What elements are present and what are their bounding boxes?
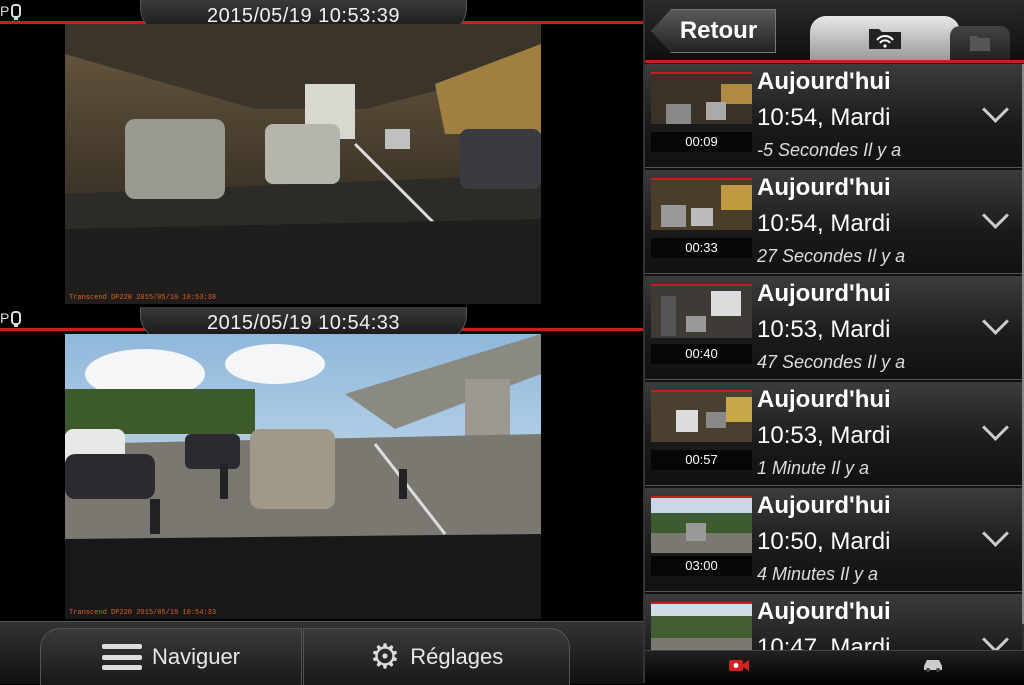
video-camera-icon[interactable] bbox=[728, 657, 750, 678]
recordings-header: Retour bbox=[645, 0, 1024, 60]
item-day: Aujourd'hui bbox=[757, 280, 891, 307]
chevron-down-icon[interactable] bbox=[982, 414, 1009, 441]
video-thumbnail: 00:33 bbox=[651, 178, 752, 258]
item-ago: 27 Secondes Il y a bbox=[757, 246, 906, 266]
camera-view-1: P 2015/05/19 10:53:39 Transcend DP220 20… bbox=[0, 0, 643, 307]
video-overlay-text: Transcend DP220 2015/05/19 10:54:33 bbox=[69, 609, 217, 617]
item-time: 10:54, Mardi bbox=[757, 210, 891, 237]
item-time: 10:47, Mardi bbox=[757, 634, 891, 650]
settings-button[interactable]: ⚙ Réglages bbox=[303, 628, 570, 685]
navigate-label: Naviguer bbox=[151, 644, 241, 669]
camera-view-2: P 2015/05/19 10:54:33 Transcend DP220 20… bbox=[0, 307, 643, 620]
timestamp: 2015/05/19 10:54:33 bbox=[206, 312, 400, 334]
gear-icon: ⚙ bbox=[369, 638, 401, 676]
settings-label: Réglages bbox=[410, 644, 504, 669]
status-letter: P bbox=[0, 3, 10, 19]
video-thumbnail: 00:40 bbox=[651, 284, 752, 364]
navigate-button[interactable]: Naviguer bbox=[40, 628, 302, 685]
street-video-image bbox=[65, 334, 541, 619]
recordings-footer bbox=[645, 650, 1024, 684]
item-ago: 1 Minute Il y a bbox=[757, 458, 870, 478]
item-ago: 47 Secondes Il y a bbox=[757, 352, 906, 372]
list-item[interactable]: Aujourd'hui 10:47, Mardi bbox=[645, 594, 1023, 650]
status-letter: P bbox=[0, 310, 10, 326]
folder-icon bbox=[970, 36, 990, 51]
item-day: Aujourd'hui bbox=[757, 174, 891, 201]
list-item[interactable]: 00:33 Aujourd'hui 10:54, Mardi 27 Second… bbox=[645, 170, 1023, 274]
item-day: Aujourd'hui bbox=[757, 492, 891, 519]
chevron-down-icon[interactable] bbox=[982, 520, 1009, 547]
item-time: 10:50, Mardi bbox=[757, 528, 891, 555]
wifi-folder-icon bbox=[869, 29, 901, 49]
item-time: 10:54, Mardi bbox=[757, 104, 891, 131]
recordings-list: 00:09 Aujourd'hui 10:54, Mardi -5 Second… bbox=[645, 64, 1023, 650]
item-day: Aujourd'hui bbox=[757, 68, 891, 95]
car-icon[interactable] bbox=[921, 657, 945, 678]
camera-status: P bbox=[0, 310, 22, 327]
hamburger-icon bbox=[101, 644, 142, 670]
back-button[interactable]: Retour bbox=[651, 9, 776, 53]
recordings-panel: Retour 00:09 Aujourd'hui 10:54, Mardi -5… bbox=[643, 0, 1024, 684]
item-time: 10:53, Mardi bbox=[757, 422, 891, 449]
chevron-down-icon[interactable] bbox=[982, 626, 1009, 650]
video-overlay-text: Transcend DP220 2015/05/19 10:53:38 bbox=[69, 294, 217, 302]
duration: 00:09 bbox=[651, 132, 752, 152]
item-ago: -5 Secondes Il y a bbox=[757, 140, 902, 160]
item-ago: 4 Minutes Il y a bbox=[757, 564, 879, 584]
microphone-icon bbox=[11, 4, 22, 20]
chevron-down-icon[interactable] bbox=[982, 308, 1009, 335]
video-frame-tunnel[interactable]: Transcend DP220 2015/05/19 10:53:38 bbox=[65, 24, 541, 304]
bottom-nav-bar: Naviguer ⚙ Réglages bbox=[0, 621, 643, 685]
chevron-down-icon[interactable] bbox=[982, 202, 1009, 229]
item-day: Aujourd'hui bbox=[757, 598, 891, 625]
item-time: 10:53, Mardi bbox=[757, 316, 891, 343]
list-item[interactable]: 00:09 Aujourd'hui 10:54, Mardi -5 Second… bbox=[645, 64, 1023, 168]
tab-local-files[interactable] bbox=[950, 26, 1010, 60]
video-frame-street[interactable]: Transcend DP220 2015/05/19 10:54:33 bbox=[65, 334, 541, 619]
video-thumbnail: 00:57 bbox=[651, 390, 752, 470]
camera-status: P bbox=[0, 3, 22, 20]
duration: 00:40 bbox=[651, 344, 752, 364]
list-item[interactable]: 03:00 Aujourd'hui 10:50, Mardi 4 Minutes… bbox=[645, 488, 1023, 592]
back-label: Retour bbox=[679, 17, 758, 44]
microphone-icon bbox=[11, 311, 22, 327]
live-view-panel: P 2015/05/19 10:53:39 Transcend DP220 20… bbox=[0, 0, 643, 685]
item-day: Aujourd'hui bbox=[757, 386, 891, 413]
video-thumbnail: 03:00 bbox=[651, 496, 752, 576]
chevron-down-icon[interactable] bbox=[982, 96, 1009, 123]
video-thumbnail bbox=[651, 602, 752, 650]
list-item[interactable]: 00:57 Aujourd'hui 10:53, Mardi 1 Minute … bbox=[645, 382, 1023, 486]
list-item[interactable]: 00:40 Aujourd'hui 10:53, Mardi 47 Second… bbox=[645, 276, 1023, 380]
tunnel-video-image bbox=[65, 24, 541, 304]
duration: 00:33 bbox=[651, 238, 752, 258]
tab-wifi-files[interactable] bbox=[810, 16, 960, 60]
duration: 00:57 bbox=[651, 450, 752, 470]
accent-line bbox=[645, 60, 1024, 63]
video-thumbnail: 00:09 bbox=[651, 72, 752, 152]
duration: 03:00 bbox=[651, 556, 752, 576]
